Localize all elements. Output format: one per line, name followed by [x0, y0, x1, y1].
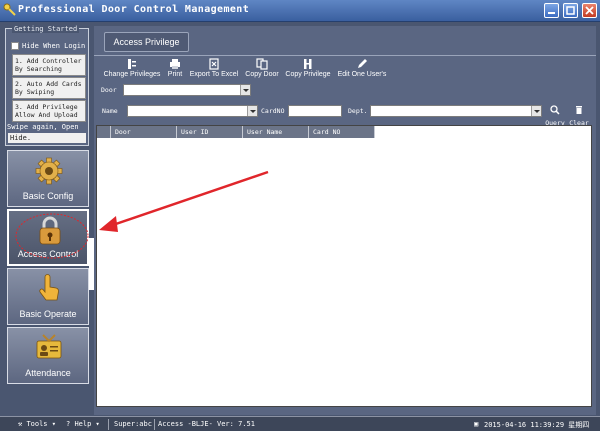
sidebar: Getting Started Hide When Login 1. Add C… — [5, 25, 94, 414]
nav-basic-operate-label: Basic Operate — [19, 309, 77, 319]
clear-button[interactable]: Clear — [568, 100, 590, 127]
name-select[interactable] — [127, 105, 258, 117]
getting-started-panel: Getting Started Hide When Login 1. Add C… — [5, 25, 89, 146]
nav-attendance-label: Attendance — [25, 368, 71, 378]
copy-privilege-label: Copy Privilege — [285, 71, 331, 78]
column-header-user-name[interactable]: User Name — [243, 126, 309, 138]
nav-attendance[interactable]: Attendance — [7, 327, 89, 384]
export-excel-button[interactable]: Export To Excel — [188, 58, 240, 82]
tab-divider — [94, 55, 596, 56]
padlock-icon — [39, 216, 61, 245]
hide-when-login-checkbox[interactable] — [11, 42, 19, 50]
copy-door-icon — [256, 58, 268, 70]
hand-pointer-icon — [39, 274, 59, 301]
nav-basic-config[interactable]: Basic Config — [7, 150, 89, 207]
close-icon — [585, 6, 594, 15]
title-bar: Professional Door Control Management — [0, 0, 600, 22]
name-dropdown-icon[interactable] — [247, 106, 257, 116]
tools-menu[interactable]: ⚒ Tools ▾ — [18, 420, 56, 428]
export-excel-label: Export To Excel — [189, 71, 239, 78]
copy-door-label: Copy Door — [245, 71, 279, 78]
dept-select[interactable] — [370, 105, 542, 117]
minimize-button[interactable] — [544, 3, 559, 18]
name-label: Name — [102, 107, 118, 115]
cardno-input[interactable] — [288, 105, 342, 117]
nav-access-control-label: Access Control — [17, 249, 79, 259]
help-menu[interactable]: ? Help ▾ — [66, 420, 100, 428]
close-button[interactable] — [582, 3, 597, 18]
tab-access-privilege[interactable]: Access Privilege — [104, 32, 189, 52]
step-add-cards-button[interactable]: 2. Auto Add Cards By Swiping — [12, 77, 86, 99]
maximize-icon — [566, 6, 575, 15]
printer-icon — [170, 59, 180, 69]
door-filter-row: Door — [98, 83, 592, 98]
tools-icon: ⚒ — [18, 420, 23, 428]
search-filter-row: Name CardNO Dept. Query Clear — [98, 100, 592, 127]
edit-one-user-button[interactable]: Edit One User's — [336, 58, 388, 82]
hide-when-login-label: Hide When Login — [22, 42, 86, 50]
query-button[interactable]: Query — [544, 100, 566, 127]
cardno-label: CardNO — [261, 107, 285, 115]
trash-icon — [576, 106, 582, 114]
status-separator — [154, 419, 155, 430]
door-label: Door — [101, 86, 117, 94]
version-text: Access -BLJE- Ver: 7.51 — [158, 420, 255, 428]
table-corner-cell — [97, 126, 111, 138]
edit-one-user-label: Edit One User's — [337, 71, 387, 78]
hide-when-login-row[interactable]: Hide When Login — [11, 41, 85, 51]
help-label: Help — [74, 420, 92, 428]
minimize-icon — [548, 12, 555, 14]
change-privileges-icon — [128, 59, 136, 69]
step-add-privilege-button[interactable]: 3. Add Privilege Allow And Upload — [12, 100, 86, 122]
maximize-button[interactable] — [563, 3, 578, 18]
tools-label: Tools — [26, 420, 48, 428]
gear-icon — [35, 157, 63, 185]
copy-privilege-button[interactable]: Copy Privilege — [284, 58, 332, 82]
privilege-table[interactable]: Door User ID User Name Card NO — [96, 125, 592, 407]
status-separator — [108, 419, 109, 430]
nav-access-control[interactable]: Access Control — [7, 209, 89, 266]
id-card-icon — [36, 334, 62, 359]
print-button[interactable]: Print — [165, 58, 185, 82]
app-key-icon — [3, 3, 16, 16]
door-dropdown-icon[interactable] — [240, 85, 250, 95]
excel-icon — [209, 58, 219, 70]
swipe-open-text: Swipe again, Open — [7, 123, 79, 131]
door-select[interactable] — [123, 84, 251, 96]
toolbar: Change Privileges Print Export To Excel … — [98, 57, 592, 82]
window-title: Professional Door Control Management — [18, 4, 250, 15]
column-header-door[interactable]: Door — [111, 126, 177, 138]
column-header-user-id[interactable]: User ID — [177, 126, 243, 138]
datetime-text: 2015-04-16 11:39:29 星期四 — [484, 421, 590, 429]
search-icon — [550, 105, 560, 115]
edit-icon — [358, 59, 367, 68]
dept-label: Dept. — [348, 107, 368, 115]
step-add-controller-button[interactable]: 1. Add Controller By Searching — [12, 54, 86, 76]
calendar-icon: ▣ — [474, 420, 479, 428]
copy-door-button[interactable]: Copy Door — [243, 58, 281, 82]
hide-panel-link[interactable]: Hide. — [8, 133, 86, 143]
nav-basic-operate[interactable]: Basic Operate — [7, 268, 89, 325]
status-bar: ⚒ Tools ▾ ? Help ▾ Super:abc Access -BLJ… — [0, 416, 600, 431]
dept-dropdown-icon[interactable] — [531, 106, 541, 116]
getting-started-title: Getting Started — [12, 25, 80, 33]
main-panel: Access Privilege Change Privileges Print… — [94, 26, 596, 415]
print-label: Print — [167, 71, 183, 78]
change-privileges-label: Change Privileges — [103, 71, 161, 78]
nav-basic-config-label: Basic Config — [22, 191, 74, 201]
column-header-card-no[interactable]: Card NO — [309, 126, 375, 138]
change-privileges-button[interactable]: Change Privileges — [102, 58, 162, 82]
copy-privilege-icon — [304, 59, 312, 69]
store-watermark: Store No: 1396672 — [130, 176, 500, 216]
help-icon: ? — [66, 420, 71, 428]
table-header: Door User ID User Name Card NO — [97, 126, 375, 138]
current-user: Super:abc — [114, 420, 152, 428]
